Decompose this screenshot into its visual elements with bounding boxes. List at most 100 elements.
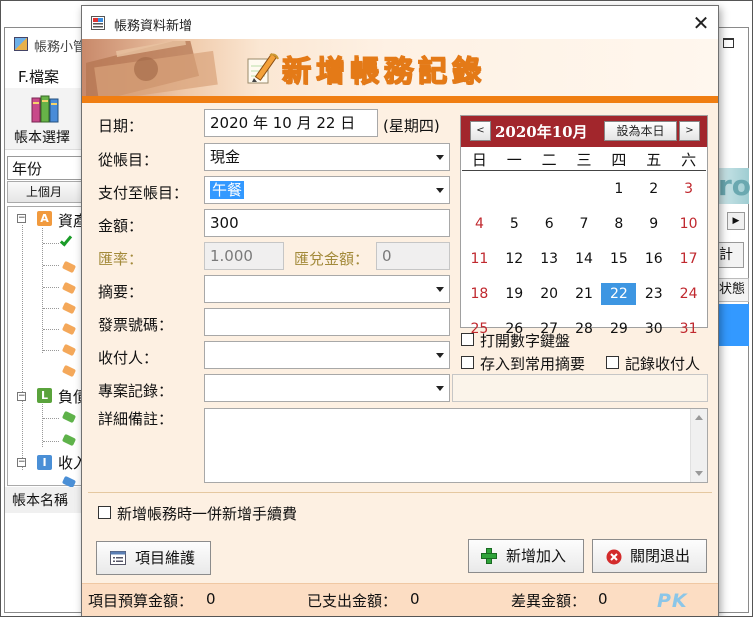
calendar-day-20[interactable]: 20 [532,283,567,305]
menu-file[interactable]: F.檔案 [18,66,59,87]
payee-combo[interactable] [204,341,450,369]
date-field[interactable]: 2020 年 10 月 22 日 [204,109,378,137]
budget-value: 0 [206,590,216,608]
diff-value: 0 [598,590,608,608]
calendar-day-11[interactable]: 11 [462,248,497,270]
invoice-label: 發票號碼： [98,316,174,334]
summary-label: 摘要： [98,283,144,301]
calendar-day-22[interactable]: 22 [601,283,637,305]
calendar-day-1[interactable]: 1 [601,178,636,200]
numeric-keypad-checkbox[interactable] [461,333,474,346]
chevron-down-icon[interactable] [436,188,444,193]
close-exit-label: 關閉退出 [630,547,691,565]
detail-note-label: 詳細備註： [98,410,174,428]
calendar-day-13[interactable]: 13 [532,248,567,270]
calendar-day-17[interactable]: 17 [671,248,706,270]
year-label: 年份 [12,160,43,178]
calendar-day-24[interactable]: 24 [671,283,706,305]
tree-line [43,441,59,442]
scroll-down-icon[interactable] [695,471,703,476]
to-account-value: 午餐 [210,181,245,199]
calendar-next-button[interactable]: > [679,121,700,141]
save-summary-label: 存入到常用摘要 [480,355,586,373]
calendar-day-12[interactable]: 12 [497,248,532,270]
amount-field[interactable]: 300 [204,209,450,237]
calendar: < 2020年10月 設為本日 > 日 一 二 三 四 五 六 12345678… [460,115,708,337]
scroll-up-icon[interactable] [695,415,703,420]
tree-line [43,308,59,309]
memo-scrollbar[interactable] [690,409,707,482]
record-payee-checkbox[interactable] [606,356,619,369]
maximize-icon[interactable] [723,38,734,48]
close-exit-button[interactable]: 關閉退出 [592,539,707,573]
calendar-day-14[interactable]: 14 [567,248,602,270]
calendar-day-31[interactable]: 31 [671,318,706,340]
chevron-down-icon[interactable] [436,155,444,160]
tree-line [43,287,59,288]
calendar-day-18[interactable]: 18 [462,283,497,305]
dialog-heading: 新增帳務記錄 [281,53,487,88]
exchange-rate-label: 匯率： [98,250,144,268]
book-select-button[interactable]: 帳本選擇 [14,127,70,147]
calendar-day-23[interactable]: 23 [636,283,671,305]
invoice-field[interactable] [204,308,450,336]
calendar-day-21[interactable]: 21 [567,283,602,305]
calendar-week-row: 4 5 6 7 8 9 10 [462,213,706,235]
from-account-combo[interactable]: 現金 [204,143,450,171]
calendar-day-28[interactable]: 28 [567,318,602,340]
calendar-day-8[interactable]: 8 [601,213,636,235]
project-label: 專案記錄： [98,382,174,400]
exchange-amount-field: 0 [376,242,450,270]
save-summary-checkbox[interactable] [461,356,474,369]
grid-button[interactable]: 計 [718,242,744,268]
calendar-day-2[interactable]: 2 [636,178,671,200]
calendar-prev-button[interactable]: < [470,121,491,141]
exchange-rate-field: 1.000 [204,242,284,270]
scroll-right-icon[interactable]: ▶ [727,212,745,230]
tree-collapse-icon[interactable]: − [17,392,26,401]
calendar-day-16[interactable]: 16 [636,248,671,270]
calendar-day-19[interactable]: 19 [497,283,532,305]
add-fee-checkbox[interactable] [98,506,111,519]
accent-bar [82,96,718,103]
chevron-down-icon[interactable] [436,353,444,358]
tree-line [43,350,59,351]
calendar-day-15[interactable]: 15 [601,248,636,270]
add-record-button[interactable]: 新增加入 [468,539,584,573]
summary-combo[interactable] [204,275,450,303]
calendar-today-button[interactable]: 設為本日 [604,121,677,141]
chevron-down-icon[interactable] [436,386,444,391]
calendar-day-5[interactable]: 5 [497,213,532,235]
tree-collapse-icon[interactable]: − [17,214,26,223]
add-fee-label: 新增帳務時一併新增手續費 [117,505,298,523]
project-combo[interactable] [204,374,450,402]
detail-note-textarea[interactable] [204,408,708,483]
plus-icon [481,548,497,564]
tree-collapse-icon[interactable]: − [17,458,26,467]
weekday-cell: 五 [646,151,662,169]
calendar-day-29[interactable]: 29 [601,318,636,340]
tree-line [43,418,59,419]
calendar-title: 2020年10月 [495,123,588,141]
calendar-day-3[interactable]: 3 [671,178,706,200]
to-account-combo[interactable]: 午餐 [204,176,450,204]
chevron-down-icon[interactable] [436,287,444,292]
grid-selected-row[interactable] [718,304,749,346]
weekday-cell: 二 [541,151,557,169]
close-icon[interactable]: ✕ [686,9,716,37]
books-icon [31,95,59,123]
calendar-day-30[interactable]: 30 [636,318,671,340]
prev-month-button[interactable]: 上個月 [7,181,85,203]
items-maintenance-button[interactable]: 項目維護 [96,541,211,575]
calendar-day-10[interactable]: 10 [671,213,706,235]
assets-badge-icon: A [37,211,52,226]
weekday-cell: 六 [681,151,697,169]
calendar-day-9[interactable]: 9 [636,213,671,235]
numeric-keypad-label: 打開數字鍵盤 [480,332,571,350]
calendar-header: < 2020年10月 設為本日 > [461,116,707,147]
calendar-week-row: 18 19 20 21 22 23 24 [462,283,706,305]
calendar-day-7[interactable]: 7 [567,213,602,235]
calendar-day-6[interactable]: 6 [532,213,567,235]
calendar-day-4[interactable]: 4 [462,213,497,235]
weekday-label: (星期四) [383,117,440,135]
